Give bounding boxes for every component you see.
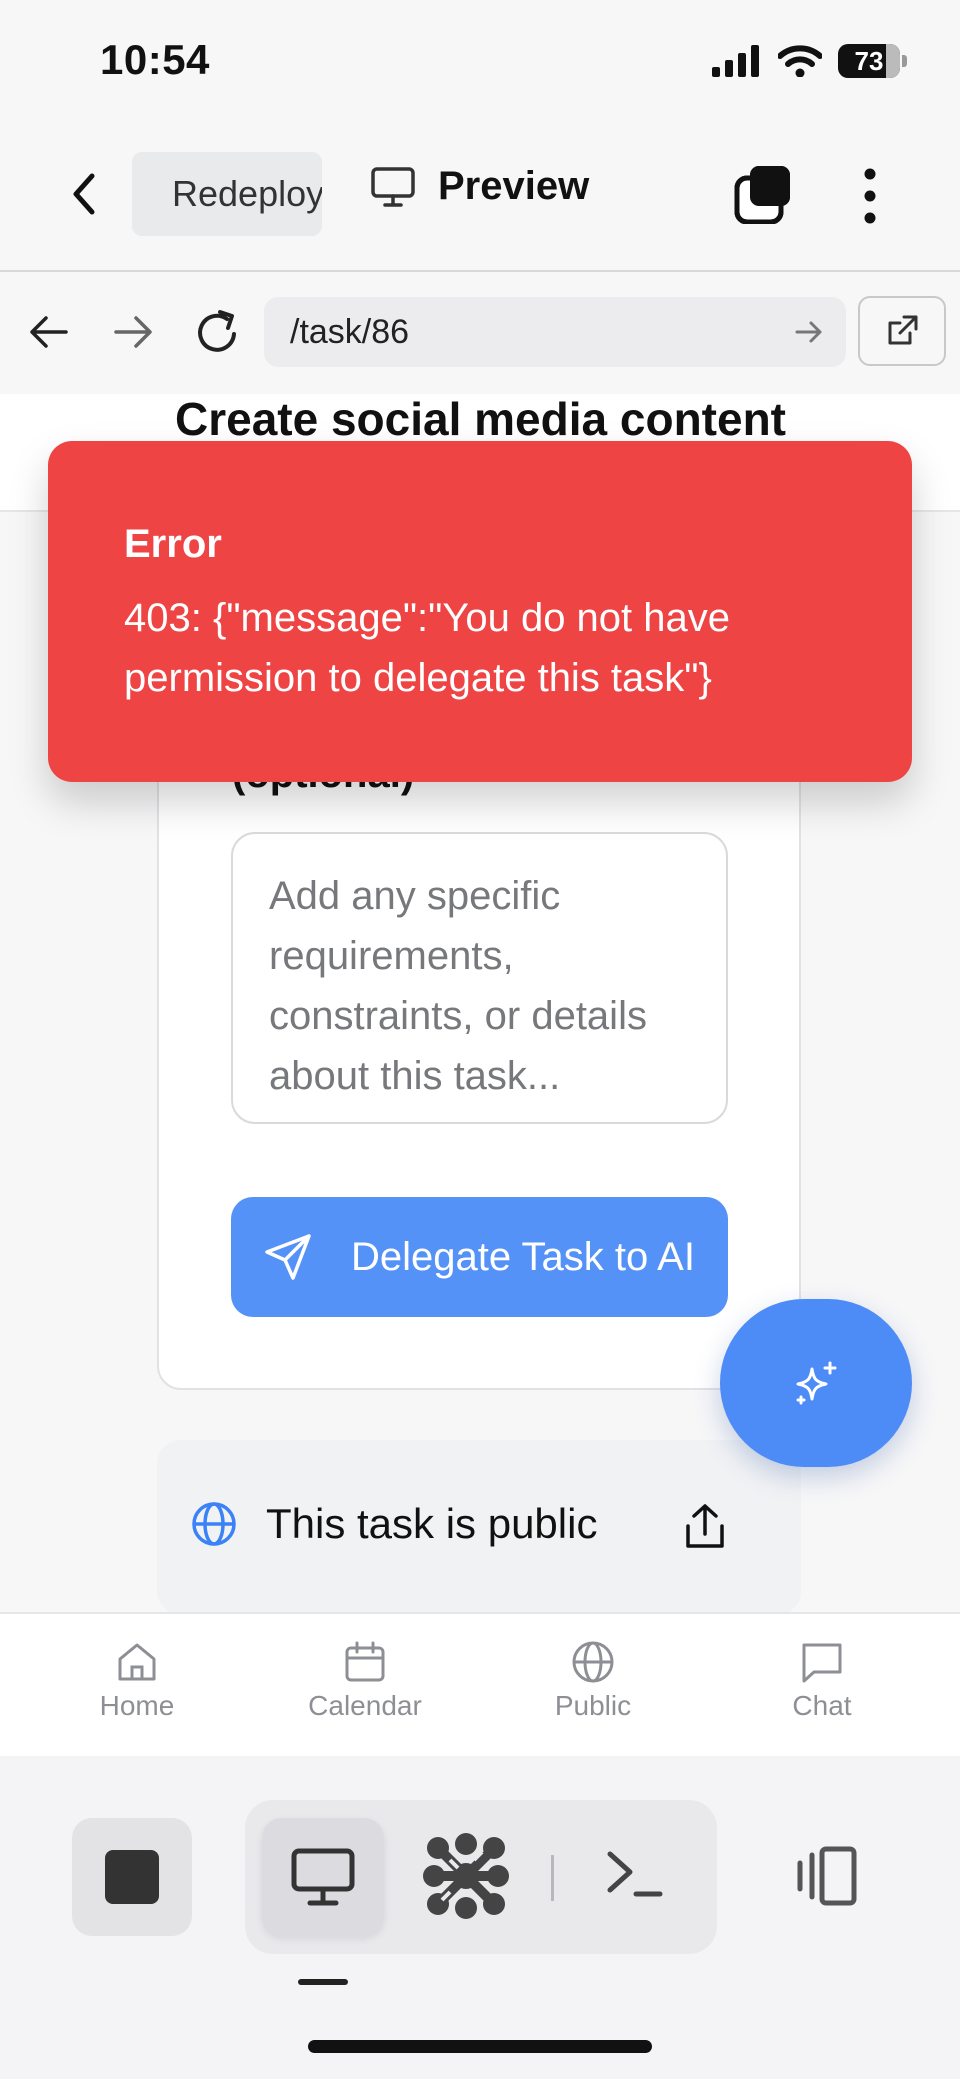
- go-arrow-icon[interactable]: [794, 318, 824, 346]
- stacked-squares-icon: [734, 166, 790, 224]
- monitor-icon: [371, 166, 415, 207]
- stop-button[interactable]: [72, 1818, 192, 1936]
- tabs-switcher-button[interactable]: [734, 164, 794, 224]
- arrow-left-icon: [30, 316, 68, 348]
- project-tab-label: Redeploy: [172, 173, 322, 214]
- browser-back-button[interactable]: [28, 312, 70, 352]
- public-status-text: This task is public: [266, 1500, 598, 1547]
- page-title: Create social media content: [175, 393, 786, 445]
- external-link-icon: [888, 315, 918, 345]
- tab-calendar[interactable]: Calendar: [285, 1640, 445, 1722]
- public-status-row: This task is public: [190, 1500, 597, 1548]
- layout-toggle-button[interactable]: [790, 1845, 862, 1907]
- more-options-button[interactable]: [850, 166, 890, 226]
- reload-icon: [198, 310, 236, 352]
- url-text: /task/86: [290, 312, 410, 351]
- chat-icon: [802, 1643, 842, 1683]
- home-icon: [118, 1643, 156, 1681]
- share-icon: [686, 1504, 724, 1548]
- share-button[interactable]: [682, 1502, 728, 1552]
- battery-icon: 73: [838, 44, 907, 78]
- status-icons: 73: [712, 44, 907, 78]
- terminal-icon: [607, 1851, 663, 1897]
- battery-level: 73: [854, 45, 884, 76]
- tab-chat-label: Chat: [792, 1690, 852, 1721]
- back-button[interactable]: [62, 170, 110, 218]
- sparkles-icon: [796, 1361, 837, 1405]
- globe-icon: [192, 1502, 236, 1546]
- chevron-left-icon: [73, 173, 95, 215]
- ai-knot-icon: [423, 1833, 509, 1919]
- error-title: Error: [124, 522, 222, 566]
- mode-divider: [551, 1855, 554, 1901]
- globe-icon: [572, 1641, 614, 1683]
- tab-public[interactable]: Public: [513, 1640, 673, 1722]
- send-icon: [265, 1234, 311, 1280]
- more-vertical-icon: [864, 168, 876, 224]
- delegate-task-label: Delegate Task to AI: [351, 1234, 695, 1279]
- mode-preview-button[interactable]: [262, 1818, 384, 1936]
- tab-public-label: Public: [554, 1690, 632, 1721]
- tab-home[interactable]: Home: [57, 1640, 217, 1722]
- home-indicator: [308, 2040, 652, 2053]
- tab-chat[interactable]: Chat: [742, 1640, 902, 1722]
- browser-forward-button[interactable]: [112, 312, 154, 352]
- preview-tab[interactable]: Preview: [370, 164, 589, 209]
- open-external-button[interactable]: [858, 296, 946, 366]
- tab-home-label: Home: [99, 1690, 175, 1721]
- mode-agent-button[interactable]: [420, 1830, 512, 1922]
- project-tab[interactable]: Redeploy: [132, 152, 322, 236]
- url-field[interactable]: /task/86: [264, 297, 846, 367]
- cellular-signal-icon: [712, 45, 759, 77]
- split-layout-icon: [797, 1846, 857, 1906]
- wifi-icon: [778, 45, 822, 77]
- error-message: 403: {"message":"You do not have permiss…: [124, 596, 731, 700]
- status-time: 10:54: [100, 36, 210, 83]
- preview-tab-label: Preview: [438, 164, 590, 208]
- calendar-icon: [345, 1641, 385, 1682]
- mode-terminal-button[interactable]: [604, 1846, 664, 1902]
- requirements-textarea[interactable]: Add any specific requirements, constrain…: [231, 832, 728, 1124]
- monitor-icon: [291, 1848, 355, 1906]
- ai-assistant-fab[interactable]: [720, 1299, 912, 1467]
- stop-icon: [105, 1850, 159, 1904]
- active-mode-indicator: [298, 1979, 348, 1985]
- reload-button[interactable]: [194, 306, 242, 356]
- delegate-task-button[interactable]: Delegate Task to AI: [231, 1197, 728, 1317]
- arrow-right-icon: [114, 316, 152, 348]
- tab-calendar-label: Calendar: [308, 1690, 422, 1721]
